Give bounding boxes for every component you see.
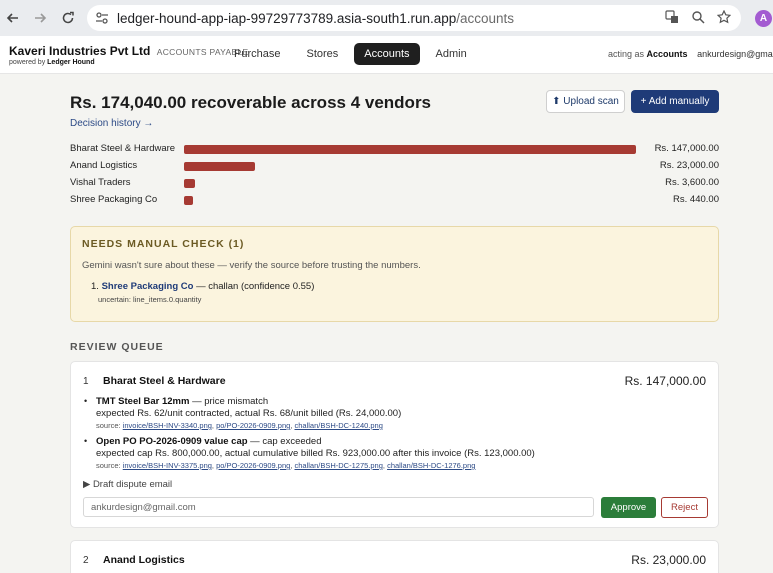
review-queue-title: REVIEW QUEUE (70, 341, 164, 353)
reject-button[interactable]: Reject (661, 497, 708, 518)
source-link[interactable]: challan/BSH-DC-1240.png (295, 421, 383, 430)
manual-check-title: NEEDS MANUAL CHECK (1) (82, 238, 245, 250)
issue-detail: expected cap Rs. 800,000.00, actual cumu… (96, 448, 535, 459)
vendor-bar (184, 162, 255, 171)
manual-check-item: 1. Shree Packaging Co — challan (confide… (91, 281, 315, 292)
card-amount: Rs. 147,000.00 (624, 374, 706, 388)
issue-detail: expected Rs. 62/unit contracted, actual … (96, 408, 402, 419)
bookmark-star-icon[interactable] (716, 9, 732, 27)
profile-avatar[interactable]: A (755, 10, 772, 27)
issue-item: • TMT Steel Bar 12mm — price mismatch ex… (84, 396, 707, 431)
tab-accounts[interactable]: Accounts (354, 43, 420, 65)
vendor-name: Anand Logistics (70, 160, 138, 171)
upload-scan-button[interactable]: ⬆ Upload scan (546, 90, 625, 113)
issue-title: TMT Steel Bar 12mm (96, 396, 190, 407)
page-title: Rs. 174,040.00 recoverable across 4 vend… (70, 93, 432, 112)
forward-arrow-icon[interactable] (29, 7, 51, 29)
app-header: Kaveri Industries Pvt Ltd ACCOUNTS PAYAB… (0, 36, 773, 74)
vendor-bar (184, 179, 196, 188)
source-link[interactable]: invoice/BSH-INV-3375.png (123, 461, 212, 470)
tab-admin[interactable]: Admin (426, 43, 477, 65)
add-manually-button[interactable]: + Add manually (631, 90, 719, 113)
vendor-amount: Rs. 147,000.00 (654, 143, 719, 154)
issue-title: Open PO PO-2026-0909 value cap (96, 436, 248, 447)
vendor-row: Bharat Steel & Hardware Rs. 147,000.00 (70, 141, 719, 158)
vendor-row: Anand Logistics Rs. 23,000.00 (70, 158, 719, 175)
card-amount: Rs. 23,000.00 (631, 553, 706, 567)
bullet: • (84, 436, 88, 446)
tab-purchase[interactable]: Purchase (224, 43, 290, 65)
back-arrow-icon[interactable] (2, 7, 24, 29)
review-card: 1 Bharat Steel & Hardware Rs. 147,000.00… (70, 361, 719, 528)
powered-by: powered by Ledger Hound (9, 59, 95, 66)
browser-toolbar: ledger-hound-app-iap-99729773789.asia-so… (0, 0, 773, 36)
vendor-bar-chart: Bharat Steel & Hardware Rs. 147,000.00 A… (70, 141, 719, 209)
translate-icon[interactable] (665, 10, 679, 27)
manual-check-description: Gemini wasn't sure about these — verify … (82, 260, 421, 271)
decision-history-link[interactable]: Decision history → (70, 118, 153, 129)
vendor-name: Shree Packaging Co (70, 194, 158, 205)
source-link[interactable]: challan/BSH-DC-1276.png (387, 461, 475, 470)
vendor-bar (184, 196, 194, 205)
vendor-row: Vishal Traders Rs. 3,600.00 (70, 175, 719, 192)
card-vendor: Anand Logistics (103, 554, 185, 566)
email-field[interactable]: ankurdesign@gmail.com (83, 497, 594, 517)
vendor-amount: Rs. 23,000.00 (659, 160, 719, 171)
source-link[interactable]: po/PO-2026-0909.png (216, 421, 290, 430)
brand: Kaveri Industries Pvt Ltd ACCOUNTS PAYAB… (9, 44, 248, 66)
bullet: • (84, 396, 88, 406)
vendor-name: Vishal Traders (70, 177, 131, 188)
site-settings-icon[interactable] (95, 11, 109, 28)
card-number: 2 (83, 555, 89, 566)
source-link[interactable]: po/PO-2026-0909.png (216, 461, 290, 470)
acting-role: Accounts (646, 49, 688, 59)
approve-button[interactable]: Approve (601, 497, 656, 518)
address-url: ledger-hound-app-iap-99729773789.asia-so… (117, 10, 515, 26)
card-number: 1 (83, 376, 89, 387)
main-nav: Purchase Stores Accounts Admin (224, 43, 477, 65)
address-bar[interactable]: ledger-hound-app-iap-99729773789.asia-so… (87, 5, 741, 31)
tab-stores[interactable]: Stores (296, 43, 348, 65)
company-name: Kaveri Industries Pvt Ltd (9, 44, 151, 58)
vendor-amount: Rs. 440.00 (673, 194, 719, 205)
source-link[interactable]: invoice/BSH-INV-3340.png (123, 421, 212, 430)
acting-as: acting as Accounts ankurdesign@gmail.co (608, 49, 773, 59)
vendor-row: Shree Packaging Co Rs. 440.00 (70, 192, 719, 209)
manual-check-panel: NEEDS MANUAL CHECK (1) Gemini wasn't sur… (70, 226, 719, 322)
issue-sources: source: invoice/BSH-INV-3375.png, po/PO-… (96, 461, 476, 470)
manual-check-note: uncertain: line_items.0.quantity (98, 295, 202, 304)
card-vendor: Bharat Steel & Hardware (103, 375, 226, 387)
vendor-bar (184, 145, 636, 154)
issue-sources: source: invoice/BSH-INV-3340.png, po/PO-… (96, 421, 383, 430)
source-link[interactable]: challan/BSH-DC-1275.png (295, 461, 383, 470)
vendor-amount: Rs. 3,600.00 (665, 177, 719, 188)
issue-item: • Open PO PO-2026-0909 value cap — cap e… (84, 436, 707, 471)
issue-kind: — price mismatch (189, 396, 269, 407)
manual-check-vendor-link[interactable]: Shree Packaging Co (102, 281, 194, 292)
draft-dispute-email-toggle[interactable]: ▶ Draft dispute email (83, 479, 172, 490)
reload-icon[interactable] (57, 7, 79, 29)
zoom-icon[interactable] (691, 10, 705, 27)
vendor-name: Bharat Steel & Hardware (70, 143, 176, 154)
user-email: ankurdesign@gmail.co (697, 49, 773, 59)
review-card: 2 Anand Logistics Rs. 23,000.00 (70, 540, 719, 573)
issue-kind: — cap exceeded (247, 436, 322, 447)
